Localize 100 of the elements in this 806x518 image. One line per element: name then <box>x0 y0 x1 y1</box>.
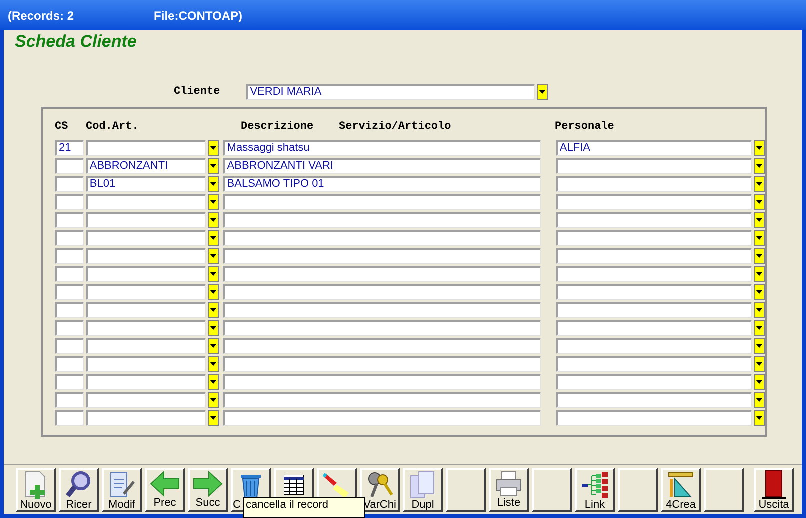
caret-button[interactable] <box>537 84 548 100</box>
code-field[interactable]: BL01 <box>86 176 206 192</box>
description-field[interactable]: Massaggi shatsu <box>223 140 541 156</box>
caret-button[interactable] <box>208 176 220 192</box>
description-field[interactable] <box>223 338 541 354</box>
code-field[interactable] <box>86 356 206 372</box>
staff-field[interactable] <box>556 374 752 390</box>
description-field[interactable] <box>223 230 541 246</box>
description-field[interactable] <box>223 266 541 282</box>
caret-button[interactable] <box>754 212 765 228</box>
code-field[interactable]: ABBRONZANTI <box>86 158 206 174</box>
cs-field[interactable] <box>55 158 84 174</box>
code-field[interactable] <box>86 248 206 264</box>
caret-button[interactable] <box>754 158 765 174</box>
description-field[interactable]: ABBRONZANTI VARI <box>223 158 541 174</box>
caret-button[interactable] <box>208 302 220 318</box>
empty-toolbar-button[interactable] <box>618 468 658 512</box>
cs-field[interactable]: 21 <box>55 140 84 156</box>
caret-button[interactable] <box>754 266 765 282</box>
toolbar-button[interactable]: Ricer <box>59 468 99 512</box>
staff-field[interactable] <box>556 266 752 282</box>
code-field[interactable] <box>86 338 206 354</box>
toolbar-button[interactable]: Uscita <box>754 468 794 512</box>
cs-field[interactable] <box>55 284 84 300</box>
cs-field[interactable] <box>55 356 84 372</box>
code-field[interactable] <box>86 230 206 246</box>
description-field[interactable] <box>223 356 541 372</box>
caret-button[interactable] <box>208 140 220 156</box>
toolbar-button[interactable]: Link <box>575 468 615 512</box>
description-field[interactable] <box>223 374 541 390</box>
code-field[interactable] <box>86 320 206 336</box>
description-field[interactable] <box>223 410 541 426</box>
caret-button[interactable] <box>208 194 220 210</box>
caret-button[interactable] <box>208 158 220 174</box>
staff-field[interactable] <box>556 338 752 354</box>
caret-button[interactable] <box>208 338 220 354</box>
staff-field[interactable] <box>556 212 752 228</box>
cs-field[interactable] <box>55 374 84 390</box>
cs-field[interactable] <box>55 248 84 264</box>
staff-field[interactable] <box>556 248 752 264</box>
caret-button[interactable] <box>208 356 220 372</box>
caret-button[interactable] <box>208 374 220 390</box>
description-field[interactable] <box>223 392 541 408</box>
cs-field[interactable] <box>55 338 84 354</box>
cs-field[interactable] <box>55 320 84 336</box>
caret-button[interactable] <box>208 212 220 228</box>
staff-field[interactable] <box>556 194 752 210</box>
cs-field[interactable] <box>55 176 84 192</box>
caret-button[interactable] <box>754 140 765 156</box>
cs-field[interactable] <box>55 194 84 210</box>
caret-button[interactable] <box>208 392 220 408</box>
caret-button[interactable] <box>208 284 220 300</box>
staff-field[interactable] <box>556 176 752 192</box>
description-field[interactable] <box>223 248 541 264</box>
caret-button[interactable] <box>754 302 765 318</box>
toolbar-button[interactable]: Nuovo <box>16 468 56 512</box>
empty-toolbar-button[interactable] <box>704 468 744 512</box>
toolbar-button[interactable]: Dupl <box>403 468 443 512</box>
staff-field[interactable] <box>556 410 752 426</box>
cs-field[interactable] <box>55 302 84 318</box>
cs-field[interactable] <box>55 230 84 246</box>
cs-field[interactable] <box>55 410 84 426</box>
staff-field[interactable] <box>556 356 752 372</box>
staff-field[interactable] <box>556 392 752 408</box>
empty-toolbar-button[interactable] <box>532 468 572 512</box>
caret-button[interactable] <box>754 230 765 246</box>
description-field[interactable] <box>223 212 541 228</box>
caret-button[interactable] <box>208 320 220 336</box>
code-field[interactable] <box>86 392 206 408</box>
code-field[interactable] <box>86 194 206 210</box>
toolbar-button[interactable]: Prec <box>145 468 185 512</box>
caret-button[interactable] <box>754 338 765 354</box>
code-field[interactable] <box>86 266 206 282</box>
caret-button[interactable] <box>754 194 765 210</box>
toolbar-button[interactable]: Modif <box>102 468 142 512</box>
toolbar-button[interactable]: Liste <box>489 468 529 512</box>
caret-button[interactable] <box>754 392 765 408</box>
staff-field[interactable] <box>556 320 752 336</box>
description-field[interactable] <box>223 194 541 210</box>
caret-button[interactable] <box>208 266 220 282</box>
description-field[interactable] <box>223 284 541 300</box>
cs-field[interactable] <box>55 212 84 228</box>
caret-button[interactable] <box>754 248 765 264</box>
caret-button[interactable] <box>208 230 220 246</box>
cliente-field[interactable]: VERDI MARIA <box>246 84 536 100</box>
description-field[interactable] <box>223 320 541 336</box>
description-field[interactable] <box>223 302 541 318</box>
description-field[interactable]: BALSAMO TIPO 01 <box>223 176 541 192</box>
staff-field[interactable] <box>556 302 752 318</box>
empty-toolbar-button[interactable] <box>446 468 486 512</box>
staff-field[interactable] <box>556 284 752 300</box>
code-field[interactable] <box>86 212 206 228</box>
code-field[interactable] <box>86 302 206 318</box>
caret-button[interactable] <box>754 356 765 372</box>
caret-button[interactable] <box>754 374 765 390</box>
caret-button[interactable] <box>208 410 220 426</box>
caret-button[interactable] <box>754 410 765 426</box>
caret-button[interactable] <box>208 248 220 264</box>
staff-field[interactable] <box>556 158 752 174</box>
code-field[interactable] <box>86 140 206 156</box>
